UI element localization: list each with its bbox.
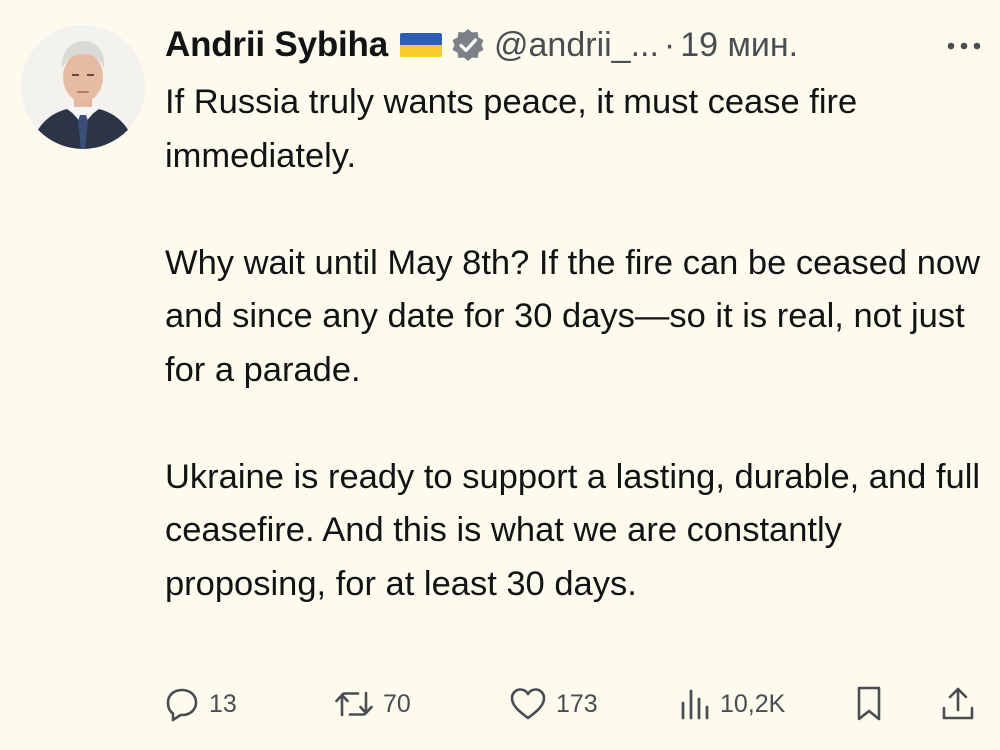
display-name[interactable]: Andrii Sybiha: [165, 25, 388, 65]
share-icon: [939, 684, 977, 724]
views-icon: [678, 685, 712, 723]
repost-count: 70: [383, 689, 411, 718]
handle[interactable]: @andrii_...: [494, 26, 659, 65]
verified-badge-icon[interactable]: [450, 27, 486, 63]
views-count: 10,2K: [720, 689, 786, 718]
views-button[interactable]: 10,2K: [678, 682, 785, 726]
repost-icon: [333, 685, 375, 723]
tweet-text: If Russia truly wants peace, it must cea…: [165, 76, 985, 611]
action-bar: 13 70 173 10,2K: [163, 682, 983, 726]
tweet-paragraph: Why wait until May 8th? If the fire can …: [165, 243, 980, 389]
timestamp[interactable]: 19 мин.: [680, 26, 798, 65]
tweet-header: Andrii Sybiha @andrii_... · 19 мин.: [165, 20, 798, 70]
like-count: 173: [556, 689, 598, 718]
avatar-image: [21, 25, 145, 149]
reply-count: 13: [209, 689, 237, 718]
tweet-paragraph: Ukraine is ready to support a lasting, d…: [165, 457, 981, 603]
separator-dot: ·: [663, 25, 676, 64]
tweet: Andrii Sybiha @andrii_... · 19 мин. If R…: [0, 0, 1000, 750]
share-button[interactable]: [939, 682, 977, 726]
bookmark-button[interactable]: [851, 682, 887, 726]
reply-button[interactable]: 13: [163, 682, 237, 726]
like-icon: [508, 685, 548, 723]
tweet-paragraph: If Russia truly wants peace, it must cea…: [165, 83, 858, 175]
avatar[interactable]: [21, 25, 145, 149]
more-options-icon[interactable]: [944, 28, 984, 64]
bookmark-icon: [851, 684, 887, 724]
like-button[interactable]: 173: [508, 682, 598, 726]
reply-icon: [163, 685, 201, 723]
ukraine-flag-icon: [400, 33, 442, 57]
repost-button[interactable]: 70: [333, 682, 411, 726]
